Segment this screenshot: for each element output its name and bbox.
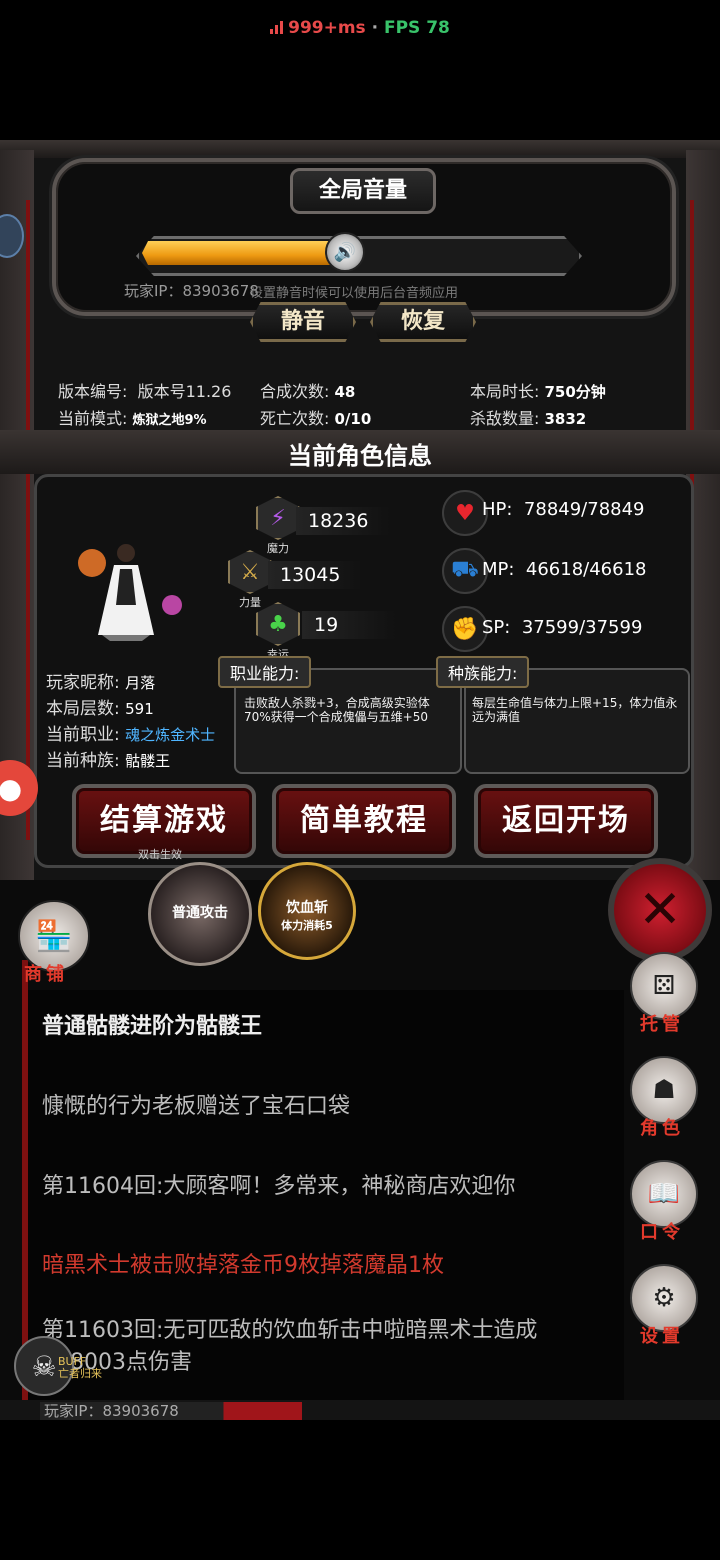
volume-title: 全局音量: [290, 168, 436, 214]
auto-label: 托管: [640, 1014, 684, 1035]
nickname-label: 玩家昵称:: [46, 673, 120, 693]
signal-icon: [270, 21, 284, 34]
attribute-luck: ♣ 幸运: [256, 602, 300, 662]
restore-button[interactable]: 恢复: [370, 302, 476, 342]
merge-value: 48: [334, 383, 356, 401]
log-line: 慷慨的行为老板赠送了宝石口袋: [42, 1094, 351, 1119]
back-to-start-button[interactable]: 返回开场: [474, 784, 658, 858]
floor-label: 本局层数:: [46, 699, 120, 719]
hp-label: HP:: [482, 499, 513, 520]
version-label: 版本编号:: [58, 382, 128, 401]
death-label: 死亡次数:: [260, 409, 330, 428]
duration-stat: 本局时长: 750分钟: [470, 378, 606, 402]
frame-top: [0, 140, 720, 158]
character-avatar: [78, 544, 182, 641]
race-ability-title: 种族能力:: [436, 656, 530, 688]
class-ability-title: 职业能力:: [218, 656, 312, 688]
skill-normal-attack[interactable]: 普通攻击: [148, 862, 252, 966]
status-bar: 999+ms · FPS 78: [0, 18, 720, 38]
fps-text: FPS 78: [383, 18, 450, 38]
duration-value: 750分钟: [544, 383, 606, 401]
role-label: 角色: [640, 1118, 684, 1139]
nickname-row: 玩家昵称: 月落: [46, 668, 155, 693]
race-row: 当前种族: 骷髅王: [46, 746, 170, 771]
tutorial-button[interactable]: 简单教程: [272, 784, 456, 858]
sword-icon: ⚔: [228, 550, 272, 594]
floor-value: 591: [125, 700, 154, 718]
latency-text: 999+ms: [288, 18, 366, 38]
close-icon[interactable]: ✕: [608, 858, 712, 962]
skill-name: 普通攻击: [172, 905, 228, 921]
kill-stat: 杀敌数量: 3832: [470, 405, 586, 429]
class-row: 当前职业: 魂之炼金术士: [46, 720, 215, 745]
attribute-strength: ⚔ 力量: [228, 550, 272, 610]
role-title: 当前角色信息: [288, 442, 432, 470]
hp-value: 78849/78849: [523, 499, 645, 520]
attribute-magic: ⚡ 魔力: [256, 496, 300, 556]
attribute-value: 19: [302, 611, 406, 639]
shop-label: 商铺: [24, 964, 68, 985]
sp-value: 37599/37599: [521, 617, 643, 638]
separator: ·: [371, 18, 379, 38]
race-value: 骷髅王: [125, 752, 171, 770]
nickname-value: 月落: [125, 674, 156, 692]
race-ability-text: 每层生命值与体力上限+15，体力值永远为满值: [472, 696, 678, 724]
mode-value: 炼狱之地9%: [132, 413, 207, 428]
log-line: 普通骷髅进阶为骷髅王: [42, 1014, 263, 1039]
class-ability-text: 击败敌人杀戮+3，合成高级实验体70%获得一个合成傀儡与五维+50: [244, 696, 430, 724]
skill-cost: 体力消耗5: [281, 919, 333, 932]
mp-value: 46618/46618: [525, 559, 647, 580]
merge-stat: 合成次数: 48: [260, 378, 355, 402]
player-ip-line: 玩家IP：83903678: [124, 282, 259, 300]
mute-hint: 设置静音时候可以使用后台音频应用: [250, 286, 459, 301]
speaker-icon[interactable]: 🔊: [325, 232, 365, 272]
mode-label: 当前模式:: [58, 409, 128, 428]
bottom-player-ip: 玩家IP：83903678: [44, 1402, 179, 1420]
settle-hint: 双击生效: [138, 848, 182, 861]
version-stat: 版本编号: 版本号11.26: [58, 378, 231, 402]
sp-row: SP: 37599/37599: [482, 617, 642, 638]
code-label: 口令: [640, 1222, 684, 1243]
attribute-value: 18236: [296, 507, 400, 535]
mp-row: MP: 46618/46618: [482, 559, 647, 580]
lightning-icon: ⚡: [256, 496, 300, 540]
class-value: 魂之炼金术士: [125, 726, 216, 744]
log-line: 第11604回:大顾客啊！多常来，神秘商店欢迎你: [42, 1174, 516, 1199]
class-label: 当前职业:: [46, 725, 120, 745]
attribute-value: 13045: [268, 561, 372, 589]
log-line: 第11603回:无可匹敌的饮血斩击中啦暗黑术士造成: [42, 1318, 538, 1343]
mute-button[interactable]: 静音: [250, 302, 356, 342]
kill-value: 3832: [544, 410, 587, 428]
skill-blood-slash[interactable]: 饮血斩 体力消耗5: [258, 862, 356, 960]
mode-stat: 当前模式: 炼狱之地9%: [58, 405, 207, 429]
settings-label: 设置: [640, 1326, 684, 1347]
sp-label: SP:: [482, 617, 511, 638]
volume-slider-fill: [142, 241, 343, 265]
race-label: 当前种族:: [46, 751, 120, 771]
version-value: 版本号11.26: [137, 382, 232, 401]
mp-label: MP:: [482, 559, 515, 580]
duration-label: 本局时长:: [470, 382, 540, 401]
floor-row: 本局层数: 591: [46, 694, 154, 719]
buff-name: 亡者归来: [58, 1367, 102, 1380]
skill-name: 饮血斩: [286, 900, 328, 916]
kill-label: 杀敌数量:: [470, 409, 540, 428]
death-stat: 死亡次数: 0/10: [260, 405, 371, 429]
log-line: 暗黑术士被击败掉落金币9枚掉落魔晶1枚: [42, 1253, 444, 1278]
death-value: 0/10: [334, 410, 372, 428]
merge-label: 合成次数:: [260, 382, 330, 401]
clover-icon: ♣: [256, 602, 300, 646]
buff-label: BUFF 亡者归来: [58, 1356, 102, 1380]
hp-row: HP: 78849/78849: [482, 499, 645, 520]
frame-left-red: [26, 200, 30, 840]
